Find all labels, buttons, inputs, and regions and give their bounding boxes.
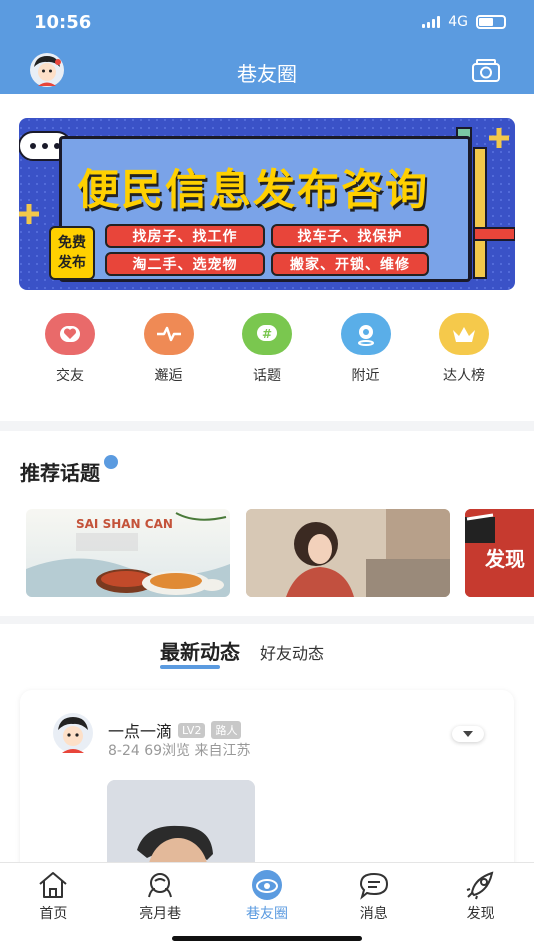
feed-section: 最新动态 好友动态 一点一滴 LV2 路人 8-24 69浏览 来自江苏 bbox=[0, 624, 534, 862]
portrait-image bbox=[246, 509, 450, 597]
camera-icon[interactable] bbox=[472, 59, 500, 82]
tab-label: 巷友圈 bbox=[245, 906, 288, 922]
banner-pill: 找房子、找工作 bbox=[105, 224, 265, 248]
post-username[interactable]: 一点一滴 bbox=[108, 718, 172, 742]
tab-friends[interactable]: 好友动态 bbox=[260, 640, 324, 664]
topic-card-text: SAI SHAN CAN bbox=[76, 517, 173, 531]
tab-latest[interactable]: 最新动态 bbox=[160, 636, 240, 669]
quick-entry-topics[interactable]: # 话题 bbox=[237, 313, 297, 421]
chevron-down-icon bbox=[463, 731, 473, 737]
free-publish-badge: 免费 发布 bbox=[49, 226, 95, 280]
banner-pill: 淘二手、选宠物 bbox=[105, 252, 265, 276]
post-meta: 8-24 69浏览 来自江苏 bbox=[108, 740, 251, 760]
post-date: 8-24 bbox=[108, 743, 140, 759]
quick-entry-nearby[interactable]: 附近 bbox=[336, 313, 396, 421]
feed-tabs: 最新动态 好友动态 bbox=[160, 636, 324, 669]
post-location: 来自江苏 bbox=[194, 743, 251, 759]
crown-icon bbox=[439, 313, 489, 355]
tab-label: 首页 bbox=[39, 906, 68, 922]
heartbeat-icon bbox=[143, 313, 194, 355]
tab-label: 亮月巷 bbox=[139, 906, 182, 922]
tab-discover[interactable]: 发现 bbox=[427, 863, 534, 950]
message-icon bbox=[359, 872, 388, 900]
svg-text:#: # bbox=[262, 327, 272, 341]
moon-lane-icon bbox=[148, 873, 173, 898]
topic-card[interactable]: 发现 bbox=[465, 509, 534, 597]
badge-line1: 免费 bbox=[58, 235, 86, 251]
banner-pill: 搬家、开锁、维修 bbox=[271, 252, 429, 276]
top-header: 10:56 4G 巷友圈 bbox=[0, 0, 534, 94]
promo-banner[interactable]: 便民信息发布咨询 免费 发布 找房子、找工作 找车子、找保护 淘二手、选宠物 搬… bbox=[19, 118, 515, 290]
topic-card[interactable]: SAI SHAN CAN bbox=[26, 509, 230, 597]
status-time: 10:56 bbox=[34, 12, 92, 33]
rocket-icon bbox=[466, 871, 493, 900]
post-image[interactable] bbox=[107, 780, 255, 862]
network-label: 4G bbox=[448, 14, 468, 30]
recommended-topics: 推荐话题 SAI SHAN CAN 发现 bbox=[0, 431, 534, 616]
quick-entry-label: 达人榜 bbox=[443, 368, 485, 384]
page-title: 巷友圈 bbox=[237, 62, 297, 86]
post-card[interactable]: 一点一滴 LV2 路人 8-24 69浏览 来自江苏 bbox=[20, 690, 514, 862]
topic-card-text: 发现 bbox=[485, 547, 525, 571]
topic-card[interactable] bbox=[246, 509, 450, 597]
role-badge: 路人 bbox=[211, 721, 242, 739]
section-title: 推荐话题 bbox=[20, 461, 100, 485]
level-badge: LV2 bbox=[178, 722, 206, 738]
tab-home[interactable]: 首页 bbox=[0, 863, 107, 950]
tab-label: 消息 bbox=[359, 906, 388, 922]
tab-label: 发现 bbox=[466, 906, 495, 922]
heart-icon bbox=[45, 313, 95, 355]
badge-line2: 发布 bbox=[58, 255, 86, 271]
quick-entry-label: 话题 bbox=[253, 368, 281, 384]
banner-title: 便民信息发布咨询 bbox=[77, 165, 430, 214]
post-user-line: 一点一滴 LV2 路人 bbox=[108, 718, 242, 742]
banner-pill: 找车子、找保护 bbox=[271, 224, 429, 248]
quick-entry-ranking[interactable]: 达人榜 bbox=[434, 313, 494, 421]
quick-entry-row: 交友 邂逅 # 话题 附近 达人榜 bbox=[0, 299, 534, 421]
main-content: 便民信息发布咨询 免费 发布 找房子、找工作 找车子、找保护 淘二手、选宠物 搬… bbox=[0, 94, 534, 862]
user-avatar-icon[interactable] bbox=[48, 712, 98, 754]
portrait-photo bbox=[107, 780, 255, 862]
quick-entry-label: 邂逅 bbox=[154, 368, 183, 384]
hashtag-icon: # bbox=[242, 313, 292, 355]
topics-badge-icon bbox=[104, 455, 118, 469]
post-views: 69浏览 bbox=[144, 743, 191, 759]
signal-icon bbox=[422, 16, 441, 28]
home-indicator[interactable] bbox=[172, 936, 362, 941]
location-icon bbox=[340, 313, 391, 355]
post-menu-button[interactable] bbox=[452, 726, 484, 742]
quick-entry-dating[interactable]: 交友 bbox=[40, 313, 100, 421]
home-icon bbox=[39, 872, 68, 898]
quick-entry-label: 附近 bbox=[351, 368, 380, 384]
circle-icon bbox=[251, 870, 282, 900]
battery-icon bbox=[476, 15, 506, 29]
quick-entry-encounter[interactable]: 邂逅 bbox=[139, 313, 199, 421]
status-indicators: 4G bbox=[422, 14, 506, 30]
quick-entry-label: 交友 bbox=[56, 368, 84, 384]
